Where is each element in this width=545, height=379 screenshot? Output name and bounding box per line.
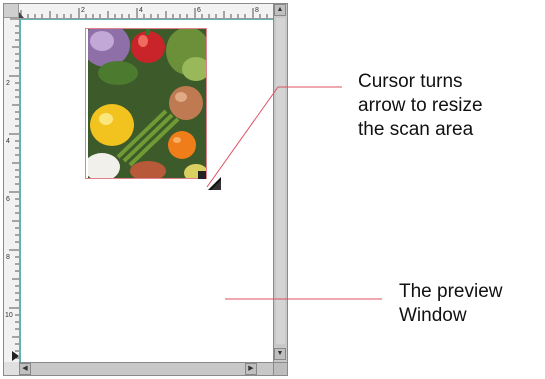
preview-callout-text: The preview Window bbox=[399, 280, 503, 328]
resize-callout-line-3: the scan area bbox=[358, 119, 474, 140]
preview-callout-line-2: Window bbox=[399, 305, 467, 326]
resize-callout-line-2: arrow to resize bbox=[358, 95, 483, 116]
preview-callout-line-1: The preview bbox=[399, 281, 503, 302]
resize-callout-text: Cursor turns arrow to resize the scan ar… bbox=[358, 70, 483, 142]
resize-callout-line-1: Cursor turns bbox=[358, 71, 463, 92]
resize-callout-line bbox=[206, 86, 342, 188]
